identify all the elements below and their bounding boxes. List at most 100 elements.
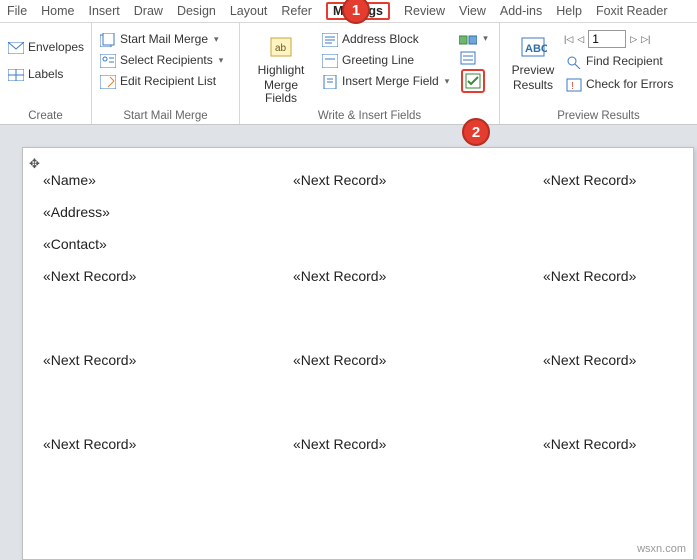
check-errors-button[interactable]: ! Check for Errors (564, 75, 675, 94)
labels-icon (8, 69, 24, 81)
preview-results-button[interactable]: ABC Preview Results (506, 26, 560, 93)
insert-merge-field-label: Insert Merge Field (342, 73, 439, 90)
caret-icon: ▾ (483, 30, 488, 47)
labels-label: Labels (28, 66, 63, 83)
update-labels-button[interactable] (461, 69, 485, 93)
tab-help[interactable]: Help (549, 2, 589, 20)
address-block-button[interactable]: Address Block (320, 30, 451, 49)
highlight-merge-fields-button[interactable]: ab Highlight Merge Fields (246, 26, 316, 106)
greeting-line-label: Greeting Line (342, 52, 414, 69)
mail-merge-icon (100, 33, 116, 47)
field-next-record: «Next Record» (543, 268, 673, 284)
match-fields-icon (459, 51, 477, 65)
group-write-insert: ab Highlight Merge Fields Address Block … (240, 23, 500, 124)
select-recipients-button[interactable]: Select Recipients ▾ (98, 51, 233, 70)
svg-text:!: ! (571, 81, 574, 92)
find-recipient-label: Find Recipient (586, 53, 663, 70)
highlight-icon: ab (268, 32, 294, 62)
envelopes-button[interactable]: Envelopes (6, 38, 85, 57)
caret-icon: ▾ (445, 73, 450, 90)
find-recipient-icon (566, 55, 582, 69)
document-page[interactable]: ✥ «Name» «Next Record» «Next Record» «Ad… (22, 147, 694, 560)
next-record-button[interactable]: ▷ (630, 34, 637, 45)
check-errors-label: Check for Errors (586, 76, 673, 93)
group-start-mail-merge: Start Mail Merge ▾ Select Recipients ▾ E… (92, 23, 240, 124)
field-name: «Name» (43, 172, 293, 188)
callout-2: 2 (462, 118, 490, 146)
preview-results-icon: ABC (519, 32, 547, 62)
edit-recipient-list-button[interactable]: Edit Recipient List (98, 72, 233, 91)
group-write-label: Write & Insert Fields (246, 108, 493, 122)
field-next-record: «Next Record» (293, 172, 543, 188)
tab-foxit[interactable]: Foxit Reader (589, 2, 675, 20)
rules-icon (459, 32, 477, 46)
highlight-l1: Highlight (258, 64, 305, 77)
select-recipients-label: Select Recipients (120, 52, 213, 69)
greeting-line-icon (322, 54, 338, 68)
field-next-record: «Next Record» (543, 172, 673, 188)
callout-1: 1 (342, 0, 370, 24)
insert-merge-field-icon (322, 75, 338, 89)
check-errors-icon: ! (566, 78, 582, 92)
field-next-record: «Next Record» (293, 268, 543, 284)
svg-text:ABC: ABC (525, 43, 547, 55)
find-recipient-button[interactable]: Find Recipient (564, 52, 675, 71)
group-preview-label: Preview Results (506, 108, 691, 122)
field-next-record: «Next Record» (43, 352, 293, 368)
tab-addins[interactable]: Add-ins (493, 2, 549, 20)
field-next-record: «Next Record» (43, 436, 293, 452)
field-contact: «Contact» (43, 236, 293, 252)
envelope-icon (8, 42, 24, 54)
watermark: wsxn.com (634, 542, 689, 556)
greeting-line-button[interactable]: Greeting Line (320, 51, 451, 70)
start-mail-merge-label: Start Mail Merge (120, 31, 208, 48)
field-next-record: «Next Record» (543, 352, 673, 368)
group-create: Envelopes Labels Create (0, 23, 92, 124)
field-next-record: «Next Record» (293, 352, 543, 368)
select-recipients-icon (100, 54, 116, 68)
label-grid: «Name» «Next Record» «Next Record» «Addr… (43, 172, 673, 452)
labels-button[interactable]: Labels (6, 65, 85, 84)
tab-home[interactable]: Home (34, 2, 81, 20)
svg-text:ab: ab (275, 43, 287, 54)
tab-review[interactable]: Review (397, 2, 452, 20)
record-number-input[interactable] (588, 30, 626, 48)
address-block-label: Address Block (342, 31, 419, 48)
document-area: ✥ «Name» «Next Record» «Next Record» «Ad… (0, 125, 697, 560)
record-nav: |◁ ◁ ▷ ▷| (564, 30, 675, 48)
edit-recipients-icon (100, 75, 116, 89)
ribbon-tabs: File Home Insert Draw Design Layout Refe… (0, 0, 697, 22)
table-anchor-icon[interactable]: ✥ (29, 156, 40, 172)
tab-view[interactable]: View (452, 2, 493, 20)
tab-file[interactable]: File (0, 2, 34, 20)
envelopes-label: Envelopes (28, 39, 84, 56)
group-create-label: Create (6, 108, 85, 122)
ribbon: Envelopes Labels Create Start Mail Merge… (0, 22, 697, 125)
match-fields-button[interactable] (459, 51, 488, 65)
field-address: «Address» (43, 204, 293, 220)
caret-icon: ▾ (219, 52, 224, 69)
rules-button[interactable]: ▾ (459, 30, 488, 47)
tab-layout[interactable]: Layout (223, 2, 275, 20)
caret-icon: ▾ (214, 31, 219, 48)
group-preview-results: ABC Preview Results |◁ ◁ ▷ ▷| Find Rec (500, 23, 697, 124)
preview-l2: Results (513, 79, 553, 92)
last-record-button[interactable]: ▷| (641, 34, 650, 45)
tab-draw[interactable]: Draw (127, 2, 170, 20)
prev-record-button[interactable]: ◁ (577, 34, 584, 45)
field-next-record: «Next Record» (293, 436, 543, 452)
update-labels-icon (465, 73, 481, 89)
first-record-button[interactable]: |◁ (564, 34, 573, 45)
tab-design[interactable]: Design (170, 2, 223, 20)
tab-references[interactable]: Refer (274, 2, 319, 20)
address-block-icon (322, 33, 338, 47)
highlight-l2: Merge Fields (250, 79, 312, 105)
start-mail-merge-button[interactable]: Start Mail Merge ▾ (98, 30, 233, 49)
field-next-record: «Next Record» (543, 436, 673, 452)
group-start-label: Start Mail Merge (98, 108, 233, 122)
preview-l1: Preview (512, 64, 555, 77)
insert-merge-field-button[interactable]: Insert Merge Field ▾ (320, 72, 451, 91)
tab-insert[interactable]: Insert (82, 2, 127, 20)
edit-recipient-list-label: Edit Recipient List (120, 73, 216, 90)
field-next-record: «Next Record» (43, 268, 293, 284)
